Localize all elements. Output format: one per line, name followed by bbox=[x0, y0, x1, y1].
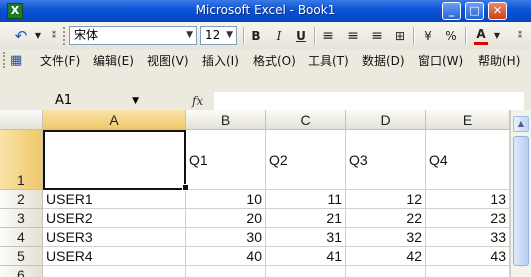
cell-a2[interactable]: USER1 bbox=[43, 190, 186, 209]
column-header-c[interactable]: C bbox=[266, 110, 346, 130]
cell-b5[interactable]: 40 bbox=[186, 247, 266, 266]
cell-c4[interactable]: 31 bbox=[266, 228, 346, 247]
menu-data[interactable]: 数据(D) bbox=[362, 53, 405, 69]
bold-button[interactable]: B bbox=[249, 27, 263, 45]
menu-help[interactable]: 帮助(H) bbox=[478, 53, 520, 69]
font-color-dropdown-icon[interactable]: ▼ bbox=[492, 27, 502, 45]
row-header-5[interactable]: 5 bbox=[0, 247, 43, 266]
cell-c2[interactable]: 11 bbox=[266, 190, 346, 209]
cell-b4[interactable]: 30 bbox=[186, 228, 266, 247]
worksheet-grid: A B C D E 1 2 3 4 5 6 Q1 Q2 Q3 Q4 USER1 … bbox=[0, 110, 531, 277]
name-box-value: A1 bbox=[55, 93, 73, 108]
cell-e6[interactable] bbox=[426, 266, 510, 277]
cell-b2[interactable]: 10 bbox=[186, 190, 266, 209]
menu-insert[interactable]: 插入(I) bbox=[202, 53, 239, 69]
toolbar-grip[interactable] bbox=[63, 27, 68, 45]
toolbar-separator bbox=[243, 27, 245, 45]
font-name-value: 宋体 bbox=[74, 28, 99, 42]
font-color-button[interactable]: A bbox=[474, 25, 488, 43]
toolbar-separator bbox=[314, 27, 316, 45]
vertical-scrollbar[interactable]: ▲ bbox=[510, 110, 531, 277]
cell-b1[interactable]: Q1 bbox=[186, 130, 266, 190]
toolbar-separator bbox=[413, 27, 415, 45]
cell-d3[interactable]: 22 bbox=[346, 209, 426, 228]
menu-edit[interactable]: 编辑(E) bbox=[93, 53, 134, 69]
cell-c1[interactable]: Q2 bbox=[266, 130, 346, 190]
scroll-thumb[interactable] bbox=[513, 136, 529, 266]
excel-menu-icon[interactable]: ▦ bbox=[10, 53, 22, 69]
cell-a1[interactable] bbox=[43, 130, 186, 190]
undo-button[interactable]: ↶ bbox=[12, 27, 30, 45]
menu-format[interactable]: 格式(O) bbox=[253, 53, 296, 69]
cell-d5[interactable]: 42 bbox=[346, 247, 426, 266]
cell-e4[interactable]: 33 bbox=[426, 228, 510, 247]
menu-tools[interactable]: 工具(T) bbox=[308, 53, 349, 69]
minimize-button[interactable]: _ bbox=[442, 2, 461, 20]
select-all-corner[interactable] bbox=[0, 110, 43, 130]
toolbar-options-icon[interactable]: ⁑ bbox=[49, 27, 59, 45]
cell-a3[interactable]: USER2 bbox=[43, 209, 186, 228]
align-right-icon[interactable]: ≡ bbox=[369, 27, 385, 45]
align-center-icon[interactable]: ≡ bbox=[345, 27, 361, 45]
percent-button[interactable]: % bbox=[443, 27, 459, 45]
cell-e1[interactable]: Q4 bbox=[426, 130, 510, 190]
menu-bar: ▦ 文件(F) 编辑(E) 视图(V) 插入(I) 格式(O) 工具(T) 数据… bbox=[0, 49, 531, 74]
cell-d6[interactable] bbox=[346, 266, 426, 277]
cell-e2[interactable]: 13 bbox=[426, 190, 510, 209]
close-button[interactable]: ✕ bbox=[488, 2, 507, 20]
italic-button[interactable]: I bbox=[272, 27, 286, 45]
formula-input[interactable] bbox=[214, 92, 524, 110]
cell-c3[interactable]: 21 bbox=[266, 209, 346, 228]
formatting-toolbar: ↶ ▼ ⁑ 宋体 ▼ 12 ▼ B I U ≡ ≡ ≡ ⊞ ¥ % A ▼ ⁑ bbox=[0, 22, 531, 50]
column-header-e[interactable]: E bbox=[426, 110, 510, 130]
maximize-button[interactable]: □ bbox=[465, 2, 484, 20]
toolbar-options-icon[interactable]: ⁑ bbox=[515, 27, 525, 45]
menu-window[interactable]: 窗口(W) bbox=[418, 53, 463, 69]
chevron-down-icon[interactable]: ▼ bbox=[186, 27, 193, 44]
column-header-a[interactable]: A bbox=[43, 110, 186, 130]
cell-d1[interactable]: Q3 bbox=[346, 130, 426, 190]
cell-c6[interactable] bbox=[266, 266, 346, 277]
scroll-up-icon[interactable]: ▲ bbox=[513, 116, 529, 132]
insert-function-icon[interactable]: fx bbox=[192, 92, 203, 110]
font-size-combo[interactable]: 12 ▼ bbox=[200, 26, 237, 45]
row-header-3[interactable]: 3 bbox=[0, 209, 43, 228]
cell-a4[interactable]: USER3 bbox=[43, 228, 186, 247]
excel-window: X Microsoft Excel - Book1 _ □ ✕ ↶ ▼ ⁑ 宋体… bbox=[0, 0, 531, 277]
font-size-value: 12 bbox=[205, 28, 221, 42]
column-header-d[interactable]: D bbox=[346, 110, 426, 130]
column-header-b[interactable]: B bbox=[186, 110, 266, 130]
cell-a6[interactable] bbox=[43, 266, 186, 277]
cell-b3[interactable]: 20 bbox=[186, 209, 266, 228]
align-left-icon[interactable]: ≡ bbox=[320, 27, 336, 45]
name-box[interactable]: A1 ▼ bbox=[43, 92, 143, 110]
cell-d4[interactable]: 32 bbox=[346, 228, 426, 247]
row-header-2[interactable]: 2 bbox=[0, 190, 43, 209]
fill-handle[interactable] bbox=[182, 184, 189, 191]
currency-icon[interactable]: ¥ bbox=[419, 27, 437, 45]
row-header-4[interactable]: 4 bbox=[0, 228, 43, 247]
cell-e5[interactable]: 43 bbox=[426, 247, 510, 266]
chevron-down-icon[interactable]: ▼ bbox=[226, 27, 233, 44]
row-header-1[interactable]: 1 bbox=[0, 130, 43, 190]
font-name-combo[interactable]: 宋体 ▼ bbox=[69, 26, 197, 45]
cell-a5[interactable]: USER4 bbox=[43, 247, 186, 266]
menu-view[interactable]: 视图(V) bbox=[147, 53, 189, 69]
menubar-grip[interactable] bbox=[3, 52, 8, 68]
row-header-6[interactable]: 6 bbox=[0, 266, 43, 277]
menu-file[interactable]: 文件(F) bbox=[40, 53, 80, 69]
cell-d2[interactable]: 12 bbox=[346, 190, 426, 209]
chevron-down-icon[interactable]: ▼ bbox=[132, 92, 139, 110]
underline-button[interactable]: U bbox=[294, 27, 308, 45]
cell-e3[interactable]: 23 bbox=[426, 209, 510, 228]
cell-b6[interactable] bbox=[186, 266, 266, 277]
cell-c5[interactable]: 41 bbox=[266, 247, 346, 266]
merge-center-icon[interactable]: ⊞ bbox=[392, 27, 408, 45]
font-color-swatch bbox=[474, 42, 488, 45]
title-bar: X Microsoft Excel - Book1 _ □ ✕ bbox=[0, 0, 531, 23]
formula-bar: A1 ▼ fx bbox=[0, 73, 531, 110]
toolbar-separator bbox=[465, 27, 467, 45]
undo-dropdown-icon[interactable]: ▼ bbox=[33, 27, 43, 45]
